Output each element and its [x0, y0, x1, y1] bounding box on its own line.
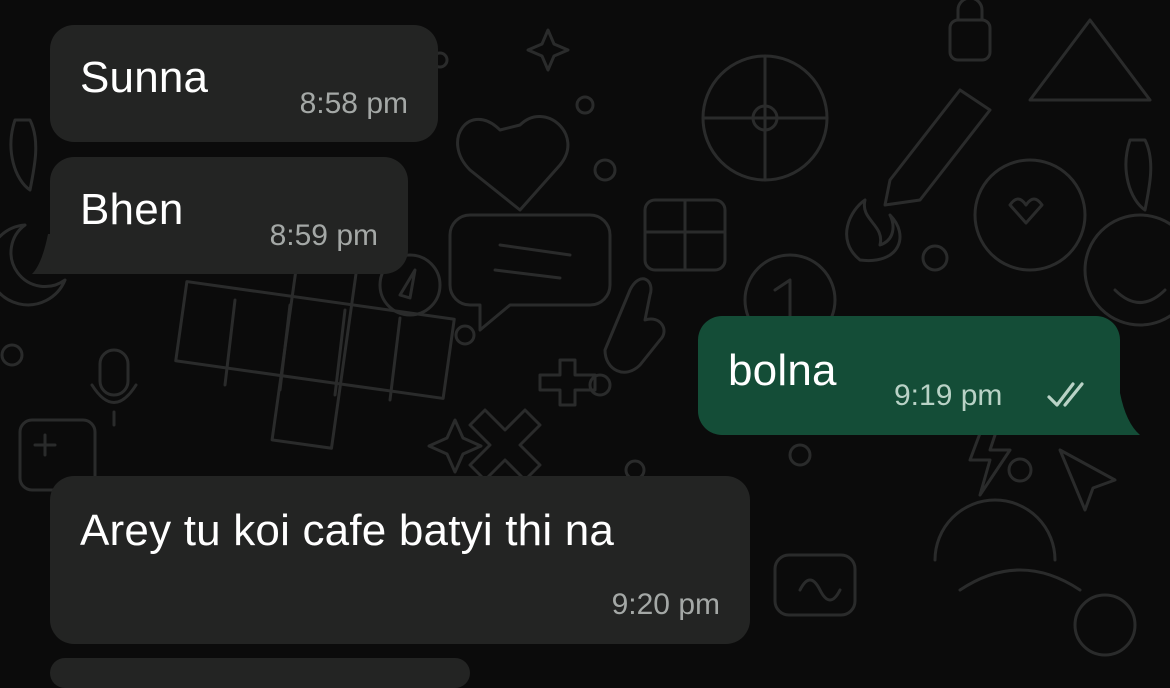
- flame-doodle-icon: [845, 198, 902, 263]
- message-bubble-incoming[interactable]: Sunna 8:58 pm: [50, 25, 438, 142]
- hand-doodle-icon: [603, 277, 666, 374]
- mic-doodle-icon: [98, 348, 130, 397]
- cursor-doodle-icon: [1058, 448, 1117, 512]
- message-timestamp: 8:58 pm: [299, 87, 408, 120]
- note-doodle-icon: [773, 553, 857, 617]
- message-text: Bhen: [80, 185, 184, 234]
- smiley-doodle-icon: [973, 158, 1087, 272]
- speech-bubble-doodle-icon: [448, 213, 612, 332]
- hat-doodle-icon: [933, 498, 1057, 562]
- message-text: Arey tu koi cafe batyi thi na: [80, 506, 615, 555]
- lock-doodle-icon: [948, 18, 992, 62]
- mountain-doodle-icon: [1028, 18, 1152, 102]
- message-bubble-incoming[interactable]: Arey tu koi cafe batyi thi na 9:20 pm: [50, 476, 750, 644]
- double-check-icon: [1047, 382, 1084, 407]
- heart-doodle-icon: [456, 114, 570, 212]
- message-timestamp: 9:19 pm: [894, 379, 1003, 412]
- message-bubble-incoming[interactable]: Bhen 8:59 pm: [50, 157, 408, 274]
- pepper-doodle-icon: [9, 118, 38, 192]
- pencil-doodle-icon: [883, 88, 992, 207]
- message-bubble-incoming-partial[interactable]: [50, 658, 470, 688]
- message-bubble-outgoing[interactable]: bolna 9:19 pm: [698, 316, 1120, 435]
- message-timestamp: 8:59 pm: [269, 219, 378, 252]
- message-timestamp: 9:20 pm: [611, 588, 720, 621]
- sparkle-doodle-icon: [526, 28, 570, 72]
- message-text: Sunna: [80, 53, 209, 102]
- message-text: bolna: [728, 346, 837, 395]
